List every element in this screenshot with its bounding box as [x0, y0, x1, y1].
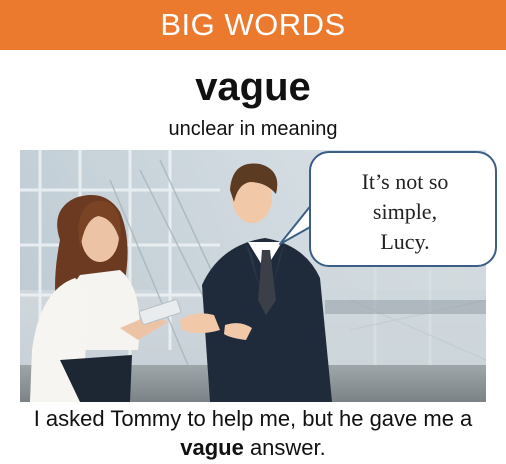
title-banner: BIG WORDS	[0, 0, 506, 50]
example-keyword: vague	[180, 435, 244, 460]
speech-line-3: Lucy.	[380, 229, 430, 254]
example-sentence-start: I asked Tommy to help me, but he gave me…	[33, 406, 473, 431]
speech-line-1: It’s not so	[361, 169, 449, 194]
speech-bubble: It’s not so simple, Lucy.	[309, 151, 497, 267]
speech-line-2: simple,	[372, 199, 438, 224]
speech-bubble-text: It’s not so simple, Lucy.	[317, 167, 493, 257]
word-definition: unclear in meaning	[168, 118, 338, 140]
vocabulary-word: vague	[195, 65, 311, 109]
example-sentence-end: answer.	[243, 435, 326, 460]
example-sentence: I asked Tommy to help me, but he gave me…	[0, 404, 506, 462]
banner-title: BIG WORDS	[160, 7, 346, 42]
